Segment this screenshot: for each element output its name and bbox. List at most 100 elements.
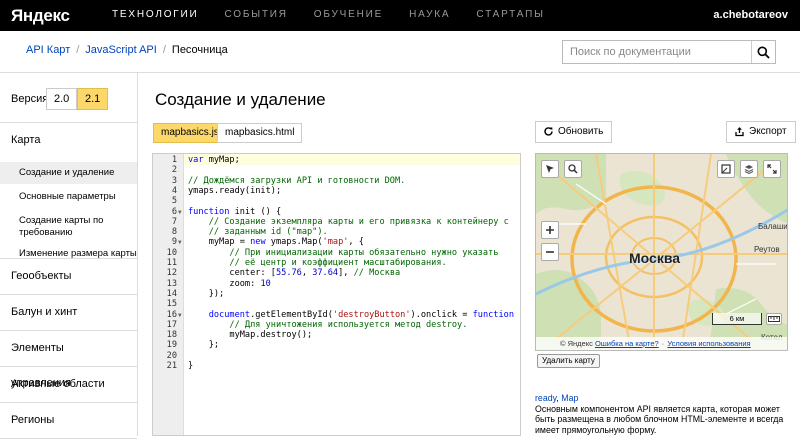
nav-startups[interactable]: СТАРТАПЫ — [476, 9, 544, 20]
map-label-reutov: Реутов — [754, 245, 780, 254]
line-number: 14 — [166, 288, 177, 299]
breadcrumb-separator: / — [162, 44, 166, 56]
map-drag-button[interactable] — [541, 160, 559, 178]
version-2-1-button[interactable]: 2.1 — [77, 88, 109, 110]
breadcrumb-current: Песочница — [171, 44, 228, 56]
user-name[interactable]: a.chebotareov — [713, 9, 788, 21]
code-line: zoom: 10 — [188, 278, 271, 289]
nav-education[interactable]: ОБУЧЕНИЕ — [314, 9, 383, 20]
export-button[interactable]: Экспорт — [726, 121, 796, 143]
line-number: 12 — [166, 268, 177, 279]
line-number: 1 — [171, 155, 177, 165]
code-line: ymaps.ready(init); — [188, 185, 282, 196]
sidebar-section-geoobjects: Геообъекты — [0, 259, 137, 295]
sidebar-item-map[interactable]: Карта — [0, 123, 137, 157]
page-title: Создание и удаление — [155, 90, 326, 109]
map-error-link[interactable]: Ошибка на карте? — [595, 339, 659, 348]
refresh-icon — [544, 127, 553, 136]
code-line: function init () { — [188, 206, 282, 217]
version-2-0-button[interactable]: 2.0 — [46, 88, 78, 110]
sidebar: Версия: 2.0 2.1 Карта Создание и удалени… — [0, 73, 138, 439]
version-selector: Версия: 2.0 2.1 — [0, 73, 137, 123]
search-input[interactable] — [563, 41, 751, 63]
line-number: 2 — [171, 165, 177, 176]
code-editor[interactable]: 1 2 3 4 5 6 ▼ 7 8 9 ▼ 10 11 12 13 14 15 16 ▼ 17 18 19 20 21 var… — [152, 153, 521, 436]
sidebar-section-hotspots: Активные области — [0, 367, 137, 403]
line-number: 3 — [171, 175, 177, 186]
line-number-gutter: 1 2 3 4 5 6 ▼ 7 8 9 ▼ 10 11 12 13 14 15 16 ▼ 17 18 19 20 21 — [153, 154, 184, 435]
sidebar-item-geoobjects[interactable]: Геообъекты — [0, 259, 137, 294]
map-zoom-out-button[interactable] — [541, 243, 559, 261]
map-selection-button[interactable] — [717, 160, 735, 178]
search-box — [562, 40, 776, 64]
export-label: Экспорт — [749, 126, 787, 137]
map-fullscreen-button[interactable] — [763, 160, 781, 178]
delete-map-button[interactable]: Удалить карту — [537, 354, 600, 368]
map-copyright: © Яндекс — [560, 339, 593, 348]
code-line: // Создание экземпляра карты и его привя… — [208, 216, 509, 227]
line-number: 20 — [166, 350, 177, 361]
map-view[interactable]: Москва Балаши Реутов Котел 6 км © Ян — [535, 153, 788, 351]
map-search-button[interactable] — [564, 160, 582, 178]
map-scale: 6 км — [712, 313, 762, 325]
map-ruler-button[interactable] — [766, 313, 782, 325]
tab-mapbasics-js[interactable]: mapbasics.js — [153, 123, 227, 143]
map-city-label: Москва — [629, 250, 681, 266]
breadcrumb-api-maps[interactable]: API Карт — [26, 44, 70, 56]
map-zoom-in-button[interactable] — [541, 221, 559, 239]
sidebar-item-basic-params[interactable]: Основные параметры — [0, 186, 137, 208]
map-layers-button[interactable] — [740, 160, 758, 178]
code-line: center: [55.76, 37.64], // Москва — [188, 268, 401, 279]
fold-arrow-icon[interactable]: ▼ — [178, 239, 182, 246]
line-number: 15 — [166, 299, 177, 310]
code-line: var myMap; — [188, 155, 240, 165]
search-icon — [757, 46, 770, 59]
code-line: // Для уничтожения используется метод de… — [229, 319, 468, 330]
line-number: 9 — [171, 237, 177, 248]
main-content: Создание и удаление mapbasics.js mapbasi… — [138, 73, 800, 436]
refresh-button[interactable]: Обновить — [535, 121, 613, 143]
code-line: } — [188, 361, 194, 371]
line-number: 11 — [166, 258, 177, 268]
sidebar-item-create-on-demand[interactable]: Создание карты по требованию — [0, 215, 120, 239]
search-button[interactable] — [751, 41, 775, 63]
breadcrumb-javascript-api[interactable]: JavaScript API — [85, 44, 157, 56]
line-number: 4 — [171, 185, 177, 196]
code-line: // Дождёмся загрузки API и готовности DO… — [188, 175, 406, 186]
sidebar-section-regions: Регионы — [0, 403, 137, 439]
sidebar-section-controls: Элементы управления — [0, 331, 137, 389]
nav-technologies[interactable]: ТЕХНОЛОГИИ — [112, 9, 198, 20]
map-terms-link[interactable]: Условия использования — [667, 339, 750, 348]
code-line: }; — [188, 340, 220, 351]
code-line: myMap.destroy(); — [188, 330, 313, 341]
fold-arrow-icon[interactable]: ▼ — [178, 312, 182, 319]
sidebar-item-create-delete[interactable]: Создание и удаление — [0, 162, 137, 184]
top-nav: ТЕХНОЛОГИИ СОБЫТИЯ ОБУЧЕНИЕ НАУКА СТАРТА… — [112, 9, 571, 20]
breadcrumb: API Карт / JavaScript API / Песочница — [26, 44, 228, 56]
nav-events[interactable]: СОБЫТИЯ — [224, 9, 287, 20]
sidebar-item-regions[interactable]: Регионы — [0, 403, 137, 438]
sidebar-item-balloon-hint[interactable]: Балун и хинт — [0, 295, 137, 330]
code-line: // её центр и коэффициент масштабировани… — [229, 258, 447, 268]
doc-link-ready[interactable]: ready — [535, 393, 556, 403]
tab-mapbasics-html[interactable]: mapbasics.html — [217, 123, 303, 143]
yandex-logo[interactable]: Яндекс — [11, 6, 70, 26]
plus-icon — [546, 226, 554, 234]
code-line: // При инициализации карты обязательно н… — [229, 247, 499, 258]
line-number: 16 — [166, 309, 177, 320]
fold-arrow-icon[interactable]: ▼ — [178, 209, 182, 216]
line-number: 13 — [166, 278, 177, 289]
code-line: document.getElementById('destroyButton')… — [208, 309, 520, 320]
map-copyright-bar: © Яндекс Ошибка на карте? · Условия испо… — [536, 337, 787, 350]
nav-science[interactable]: НАУКА — [409, 9, 450, 20]
export-icon — [735, 127, 744, 137]
map-label-balashikha: Балаши — [758, 222, 788, 231]
line-number: 21 — [166, 361, 177, 371]
sidebar-item-hotspots[interactable]: Активные области — [0, 367, 137, 402]
line-number: 10 — [166, 247, 177, 258]
line-number: 17 — [166, 319, 177, 330]
doc-link-map[interactable]: Map — [561, 393, 578, 403]
doc-description: ready, Map Основным компонентом API явля… — [535, 393, 795, 435]
selection-icon — [721, 164, 731, 174]
line-number: 18 — [166, 330, 177, 341]
